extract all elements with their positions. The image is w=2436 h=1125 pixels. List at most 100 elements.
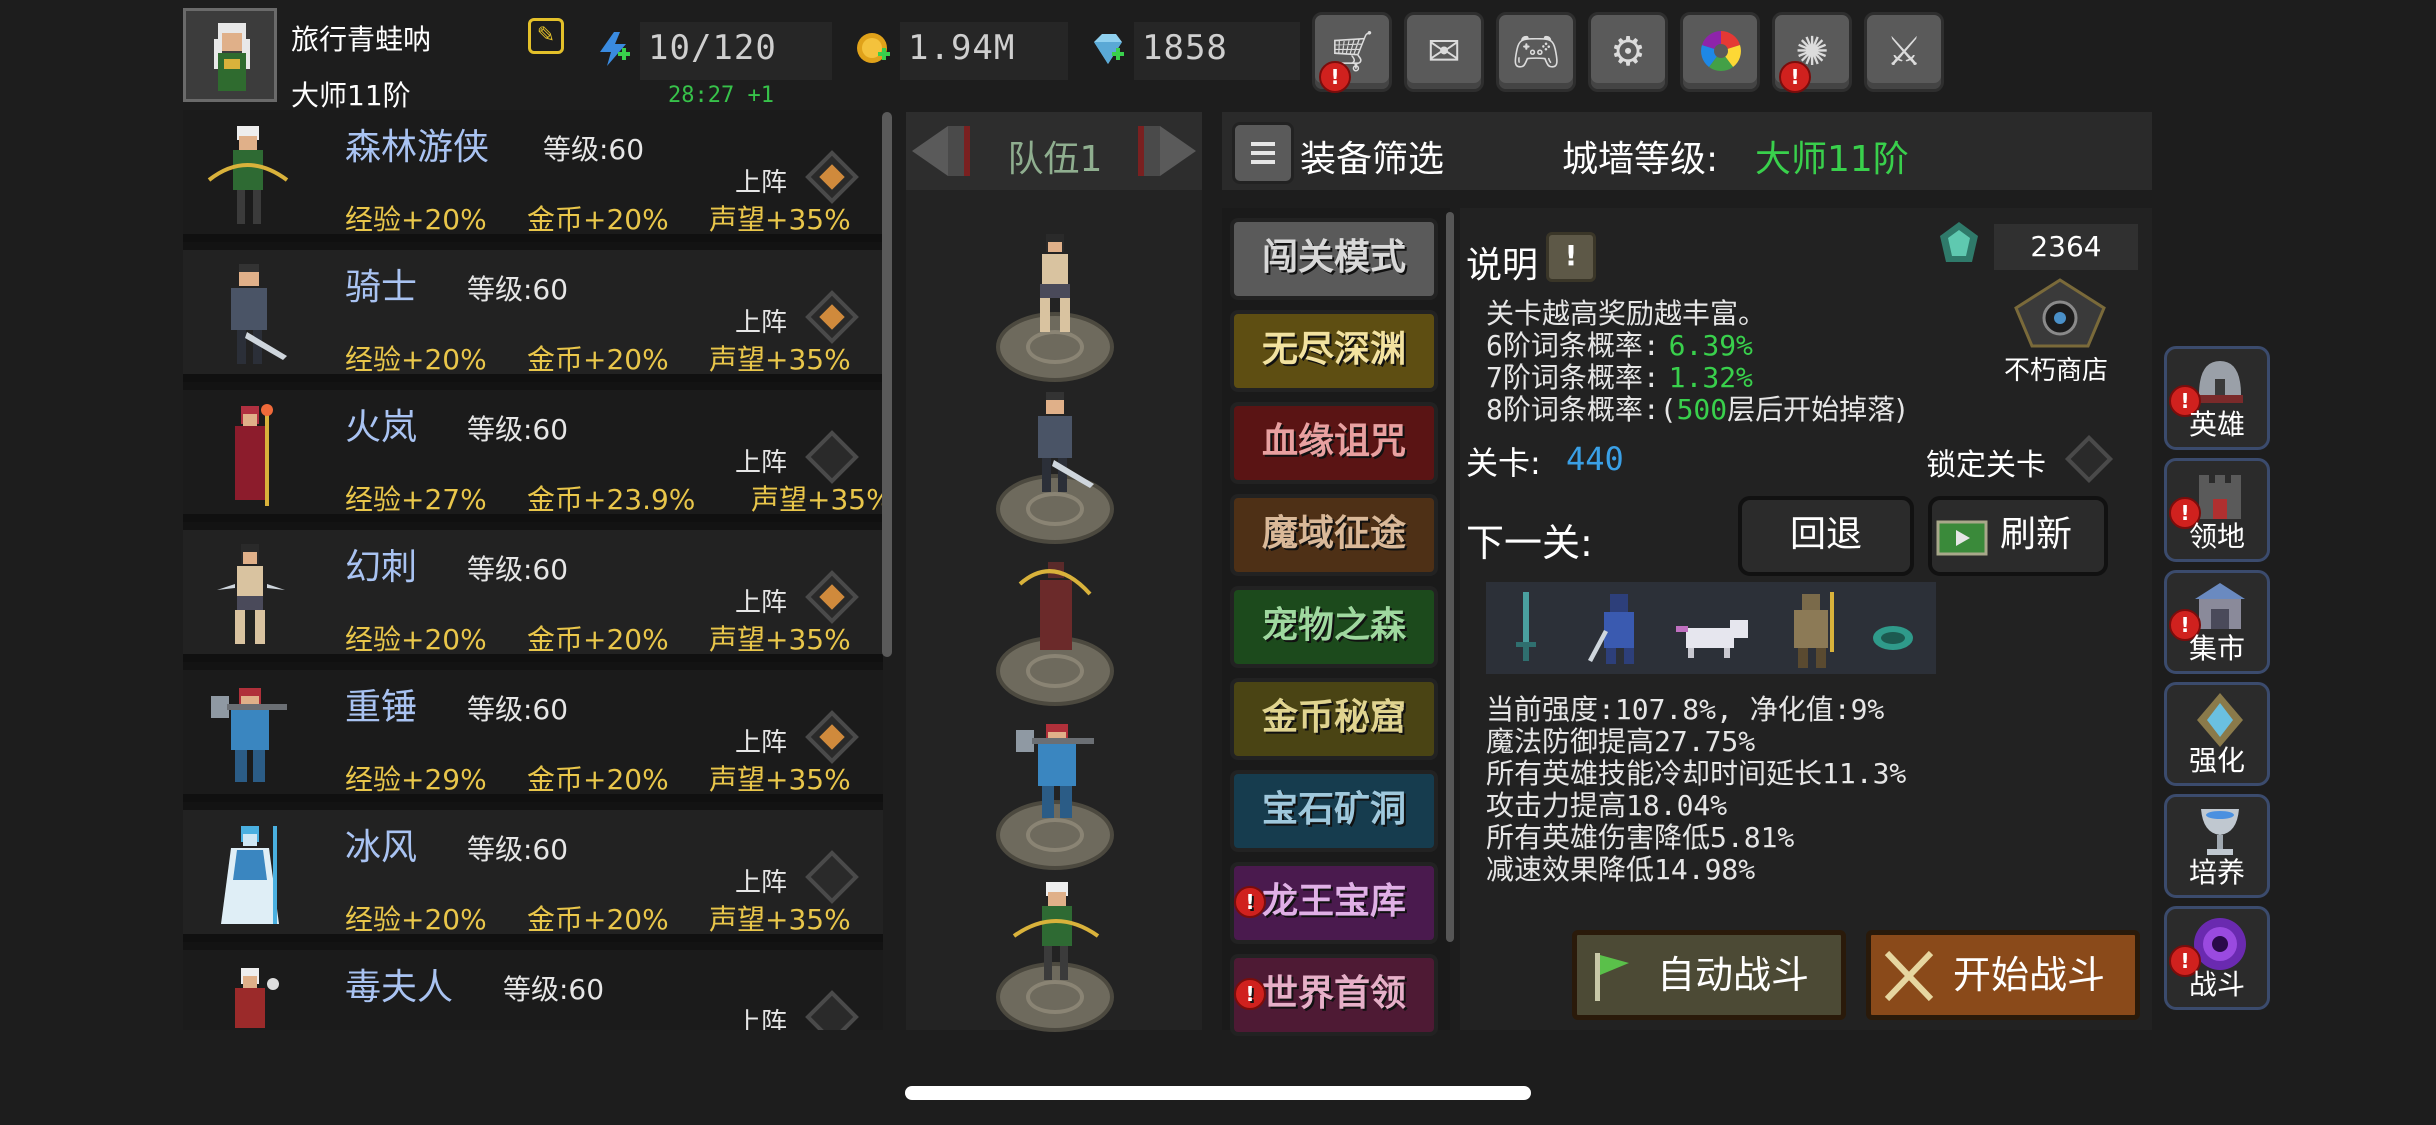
video-ad-icon <box>1936 520 1988 556</box>
mail-button[interactable]: ✉ <box>1404 12 1484 92</box>
gamepad-button[interactable]: 🎮︎ <box>1496 12 1576 92</box>
description-button[interactable]: ! <box>1546 232 1596 282</box>
filter-menu-button[interactable] <box>1232 122 1294 184</box>
hero-level: 等级:60 <box>467 833 569 866</box>
hero-row[interactable]: 火岚 等级:60 上阵 经验+27% 金币+23.9% 声望+35% <box>183 390 883 522</box>
battle-button[interactable]: ⚔ <box>1864 12 1944 92</box>
hero-row[interactable]: 冰风 等级:60 上阵 经验+20% 金币+20% 声望+35% <box>183 810 883 942</box>
next-team-arrow-icon[interactable] <box>1132 120 1200 182</box>
hero-row[interactable]: 森林游侠 等级:60 上阵 经验+20% 金币+20% 声望+35% <box>183 110 883 242</box>
mode-button-dragon-vault[interactable]: ! 龙王宝库 <box>1230 862 1438 944</box>
hero-name: 重锤 <box>345 687 418 728</box>
deploy-toggle[interactable] <box>805 150 859 204</box>
energy-timer: 28:27 +1 <box>668 83 774 108</box>
exp-bonus: 经验+20% <box>345 623 487 656</box>
hero-sprite <box>217 544 285 644</box>
prev-team-arrow-icon[interactable] <box>908 120 976 182</box>
team-member-sprite <box>1038 392 1094 492</box>
shop-button[interactable]: 🛒︎ ! <box>1312 12 1392 93</box>
mode-button-world-boss[interactable]: ! 世界首领 <box>1230 954 1438 1036</box>
settings-button[interactable]: ⚙ <box>1588 12 1668 92</box>
deploy-toggle[interactable] <box>805 570 859 624</box>
hero-row[interactable]: 骑士 等级:60 上阵 经验+20% 金币+20% 声望+35% <box>183 250 883 382</box>
fireworks-button[interactable]: ✺ ! <box>1772 12 1852 93</box>
team-member-sprite <box>1018 562 1092 650</box>
mode-label: 龙王宝库 <box>1261 881 1406 922</box>
fame-bonus: 声望+35% <box>709 763 851 796</box>
tier8-value: 500 <box>1676 393 1728 426</box>
enemy-wolf-sprite <box>1676 620 1748 658</box>
tier8-probability: 8阶词条概率:(500层后开始掉落) <box>1486 388 1906 428</box>
immortal-shop-label[interactable]: 不朽商店 <box>2004 350 2108 387</box>
auto-battle-button[interactable]: 自动战斗 <box>1572 930 1846 1020</box>
next-enemies-strip <box>1486 582 1936 674</box>
mode-button-demon-realm[interactable]: 魔域征途 <box>1230 494 1438 576</box>
hero-level: 等级:60 <box>543 133 645 166</box>
hero-row[interactable]: 重锤 等级:60 上阵 经验+29% 金币+20% 声望+35% <box>183 670 883 802</box>
fame-bonus: 声望+35% <box>709 903 851 936</box>
deploy-toggle[interactable] <box>805 850 859 904</box>
edit-icon: ✎ <box>536 23 556 48</box>
hero-name: 火岚 <box>345 407 418 448</box>
enemy-slime-sprite <box>1873 626 1913 650</box>
gamepad-icon: 🎮︎ <box>1510 29 1562 75</box>
hero-name: 幻刺 <box>345 547 418 588</box>
equipment-filter-label[interactable]: 装备筛选 <box>1300 130 1444 182</box>
tier8-suffix: 层后开始掉落) <box>1727 393 1907 426</box>
hero-row[interactable]: 幻刺 等级:60 上阵 经验+20% 金币+20% 声望+35% <box>183 530 883 662</box>
mode-button-pet-forest[interactable]: 宠物之森 <box>1230 586 1438 668</box>
wall-level-value: 大师11阶 <box>1755 139 1909 180</box>
player-avatar[interactable] <box>183 8 277 102</box>
side-menu-market[interactable]: ! 集市 <box>2164 570 2270 674</box>
side-menu-label: 英雄 <box>2188 408 2245 441</box>
mode-button-curse[interactable]: 血缘诅咒 <box>1230 402 1438 484</box>
energy-value: 10/120 <box>648 28 777 68</box>
side-menu-heroes[interactable]: ! 英雄 <box>2164 346 2270 450</box>
exp-bonus: 经验+20% <box>345 343 487 376</box>
hero-sprite <box>231 264 287 364</box>
fame-bonus: 声望+35% <box>751 483 883 516</box>
gem-value: 1858 <box>1142 28 1228 68</box>
home-indicator[interactable] <box>905 1086 1531 1100</box>
mode-button-campaign[interactable]: 闯关模式 <box>1230 218 1438 300</box>
hero-list[interactable]: 森林游侠 等级:60 上阵 经验+20% 金币+20% 声望+35% 骑士 等级… <box>183 110 883 1030</box>
exp-bonus: 经验+20% <box>345 203 487 236</box>
alert-badge: ! <box>1319 61 1351 93</box>
flag-icon <box>1595 953 1629 1001</box>
mode-button-gem-mine[interactable]: 宝石矿洞 <box>1230 770 1438 852</box>
side-menu-territory[interactable]: ! 领地 <box>2164 458 2270 562</box>
mode-button-gold-cave[interactable]: 金币秘窟 <box>1230 678 1438 760</box>
enemy-warrior-sprite <box>1794 592 1834 668</box>
mode-button-abyss[interactable]: 无尽深渊 <box>1230 310 1438 392</box>
deploy-toggle[interactable] <box>805 990 859 1030</box>
team-member-sprite <box>1040 234 1070 332</box>
info-icon: ! <box>1564 239 1578 272</box>
back-button[interactable]: 回退 <box>1738 496 1914 576</box>
deploy-toggle[interactable] <box>805 290 859 344</box>
hero-level: 等级:60 <box>467 693 569 726</box>
side-menu-label: 培养 <box>2188 856 2245 889</box>
deploy-label: 上阵 <box>735 308 788 338</box>
color-wheel-icon <box>1701 31 1741 71</box>
mode-scrollbar[interactable] <box>1446 212 1454 942</box>
hero-row[interactable]: 毒夫人 等级:60 上阵 <box>183 950 883 1030</box>
refresh-button[interactable]: 刷新 <box>1928 496 2108 576</box>
hero-list-scrollbar[interactable] <box>882 112 892 657</box>
hero-name: 毒夫人 <box>345 967 454 1008</box>
hero-sprite <box>221 826 279 924</box>
enemy-sword-sprite <box>1516 592 1536 661</box>
immortal-shop-icon[interactable] <box>2010 278 2110 348</box>
deploy-toggle[interactable] <box>805 710 859 764</box>
start-battle-button[interactable]: 开始战斗 <box>1866 930 2140 1020</box>
player-name: 旅行青蛙呐 <box>291 23 432 56</box>
color-wheel-button[interactable] <box>1680 12 1760 92</box>
hero-sprite <box>235 404 273 506</box>
auto-battle-label: 自动战斗 <box>1657 953 1810 997</box>
edit-name-button[interactable]: ✎ <box>528 18 564 54</box>
side-menu-enhance[interactable]: 强化 <box>2164 682 2270 786</box>
fame-bonus: 声望+35% <box>709 203 851 236</box>
deploy-toggle[interactable] <box>805 430 859 484</box>
deploy-label: 上阵 <box>735 728 788 758</box>
side-menu-cultivate[interactable]: 培养 <box>2164 794 2270 898</box>
side-menu-battle[interactable]: ! 战斗 <box>2164 906 2270 1010</box>
